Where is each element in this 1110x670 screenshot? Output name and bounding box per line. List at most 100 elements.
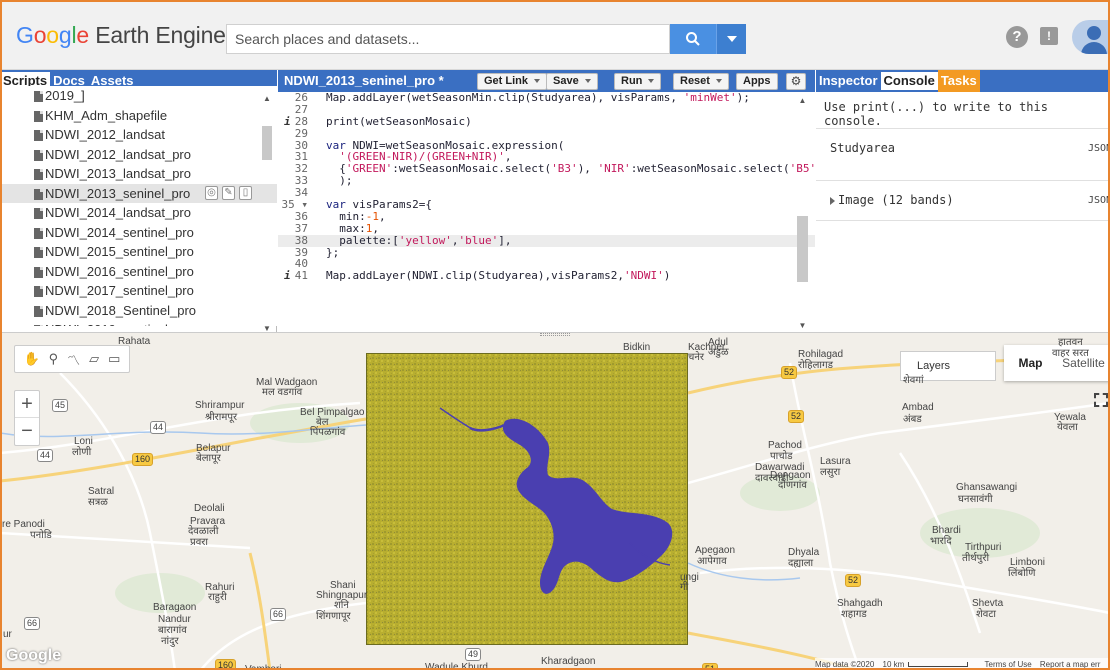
fullscreen-icon[interactable]	[1094, 393, 1108, 407]
zoom-in-button[interactable]: +	[15, 391, 39, 418]
place-label: घनसावंगी	[958, 494, 993, 505]
list-item[interactable]: NDWI_2012_landsat	[0, 125, 277, 145]
share-icon[interactable]: ◎	[205, 185, 218, 200]
list-item[interactable]: 2019_]	[0, 86, 277, 106]
marker-icon[interactable]: ⚲	[49, 351, 59, 367]
code-line[interactable]: i 28 print(wetSeasonMosaic)	[278, 114, 815, 128]
delete-icon[interactable]: ▯	[239, 185, 252, 200]
list-item[interactable]: NDWI_2015_sentinel_pro	[0, 242, 277, 262]
place-label: शिंगणापूर	[316, 611, 351, 622]
scroll-thumb[interactable]	[797, 216, 808, 282]
code-line[interactable]: 26 Map.addLayer(wetSeasonMin.clip(Studyar…	[278, 92, 815, 104]
road-shield: 66	[24, 617, 41, 630]
map-view[interactable]: ✋ ⚲ 〽 ▱ ▭ + − Layers Map Satellite Rahat…	[0, 332, 1110, 670]
code-editor-panel: NDWI_2013_seninel_pro * Get Link Save Ru…	[278, 70, 815, 332]
tab-tasks[interactable]: Tasks	[937, 70, 980, 92]
save-button[interactable]: Save	[546, 73, 598, 90]
console-entry[interactable]: Image (12 bands) JSON	[816, 180, 1110, 220]
list-item[interactable]: NDWI_2018_Sentinel_pro	[0, 301, 277, 321]
code-line[interactable]: 33 );	[278, 175, 815, 187]
list-item[interactable]: NDWI_2016_sentinel_pro	[0, 262, 277, 282]
apps-button[interactable]: Apps	[736, 73, 778, 90]
json-link[interactable]: JSON	[1088, 143, 1110, 154]
search-input[interactable]	[227, 25, 669, 53]
road-shield: 44	[37, 449, 54, 462]
file-icon	[34, 286, 43, 297]
console-entry[interactable]: Studyarea JSON	[816, 128, 1110, 168]
code-line[interactable]: 38 palette:['yellow','blue'],	[278, 234, 815, 247]
code-text: print(wetSeasonMosaic)	[326, 114, 472, 128]
editor-scrollbar[interactable]: ▲ ▼	[797, 96, 808, 330]
expand-caret-icon[interactable]	[830, 196, 835, 205]
place-label: अंबड	[903, 414, 922, 425]
scroll-down-icon[interactable]: ▼	[797, 321, 808, 330]
place-label: Wadule Khurd	[425, 662, 488, 670]
console-entry-label: Studyarea	[830, 141, 896, 155]
code-text: Map.addLayer(wetSeasonMin.clip(Studyarea…	[326, 92, 750, 104]
place-label: राहुरी	[208, 592, 227, 603]
help-icon[interactable]: ?	[1006, 26, 1028, 48]
gear-icon[interactable]: ⚙	[786, 73, 806, 90]
search-button[interactable]	[670, 24, 716, 54]
edit-icon[interactable]: ✎	[222, 185, 235, 200]
list-item[interactable]: KHM_Adm_shapefile	[0, 106, 277, 126]
list-item[interactable]: NDWI_2013_landsat_pro	[0, 164, 277, 184]
panel-resize-handle[interactable]	[540, 333, 570, 336]
list-item[interactable]: NDWI_2019_sentinel_pro	[0, 320, 277, 326]
info-icon[interactable]: i	[284, 270, 291, 282]
place-label: Lasura	[820, 456, 851, 467]
terms-link[interactable]: Terms of Use	[985, 660, 1032, 669]
pan-hand-icon[interactable]: ✋	[23, 351, 39, 367]
place-label: ur	[3, 629, 12, 640]
divider	[816, 220, 1110, 221]
place-label: शेवगां	[903, 375, 924, 386]
app-header: Google Earth Engine ? !	[0, 0, 1110, 70]
scroll-up-icon[interactable]: ▲	[262, 94, 272, 104]
report-error-link[interactable]: Report a map err	[1040, 660, 1100, 669]
line-icon[interactable]: 〽	[67, 350, 80, 369]
map-type-map[interactable]: Map	[1004, 345, 1057, 381]
scroll-up-icon[interactable]: ▲	[797, 96, 808, 105]
zoom-out-button[interactable]: −	[15, 418, 39, 445]
run-button[interactable]: Run	[614, 73, 662, 90]
google-earth-engine-logo[interactable]: Google Earth Engine	[16, 22, 226, 49]
list-item[interactable]: NDWI_2014_sentinel_pro	[0, 223, 277, 243]
avatar[interactable]	[1072, 20, 1110, 54]
scale-bar[interactable]	[908, 662, 969, 668]
search-options-dropdown[interactable]	[716, 24, 746, 54]
get-link-button[interactable]: Get Link	[477, 73, 548, 90]
polygon-icon[interactable]: ▱	[89, 351, 99, 367]
code-line[interactable]: 36 min:-1,	[278, 210, 815, 223]
code-area[interactable]: 26 Map.addLayer(wetSeasonMin.clip(Studyar…	[278, 92, 815, 332]
code-line[interactable]: 32 {'GREEN':wetSeasonMosaic.select('B3')…	[278, 163, 815, 175]
place-label: भारदि	[930, 536, 952, 547]
list-item[interactable]: NDWI_2012_landsat_pro	[0, 145, 277, 165]
tab-console[interactable]: Console	[880, 70, 938, 90]
code-line[interactable]: 39};	[278, 246, 815, 259]
place-label: re Panodi	[2, 519, 45, 530]
place-label: देवळाली	[188, 526, 219, 537]
search-box	[226, 24, 670, 54]
feedback-icon[interactable]: !	[1040, 27, 1058, 45]
place-label: Kharadgaon	[541, 656, 596, 667]
place-label: अडुळ	[708, 347, 729, 358]
scroll-thumb[interactable]	[262, 126, 272, 160]
rectangle-icon[interactable]: ▭	[108, 351, 120, 367]
script-name: NDWI_2016_sentinel_pro	[45, 263, 194, 279]
list-item[interactable]: NDWI_2017_sentinel_pro	[0, 281, 277, 301]
code-text: Map.addLayer(NDWI.clip(Studyarea),visPar…	[326, 269, 671, 283]
tab-inspector[interactable]: Inspector	[816, 70, 881, 92]
code-line[interactable]: 37 max:1,	[278, 222, 815, 235]
list-item[interactable]: NDWI_2013_seninel_pro ◎ ✎ ▯	[0, 183, 277, 203]
code-line[interactable]: 27	[278, 103, 815, 116]
scripts-scrollbar[interactable]: ▲ ▼	[262, 94, 272, 333]
file-icon	[34, 227, 43, 239]
list-item[interactable]: NDWI_2014_landsat_pro	[0, 203, 277, 223]
road-shield: 160	[215, 659, 237, 670]
place-label: Pachod	[768, 440, 802, 451]
code-line[interactable]: i 41 Map.addLayer(NDWI.clip(Studyarea),vis…	[278, 270, 815, 282]
info-icon[interactable]: i	[284, 115, 291, 128]
json-link[interactable]: JSON	[1088, 195, 1110, 206]
reset-button[interactable]: Reset	[673, 73, 729, 90]
code-line[interactable]: 29	[278, 127, 815, 140]
